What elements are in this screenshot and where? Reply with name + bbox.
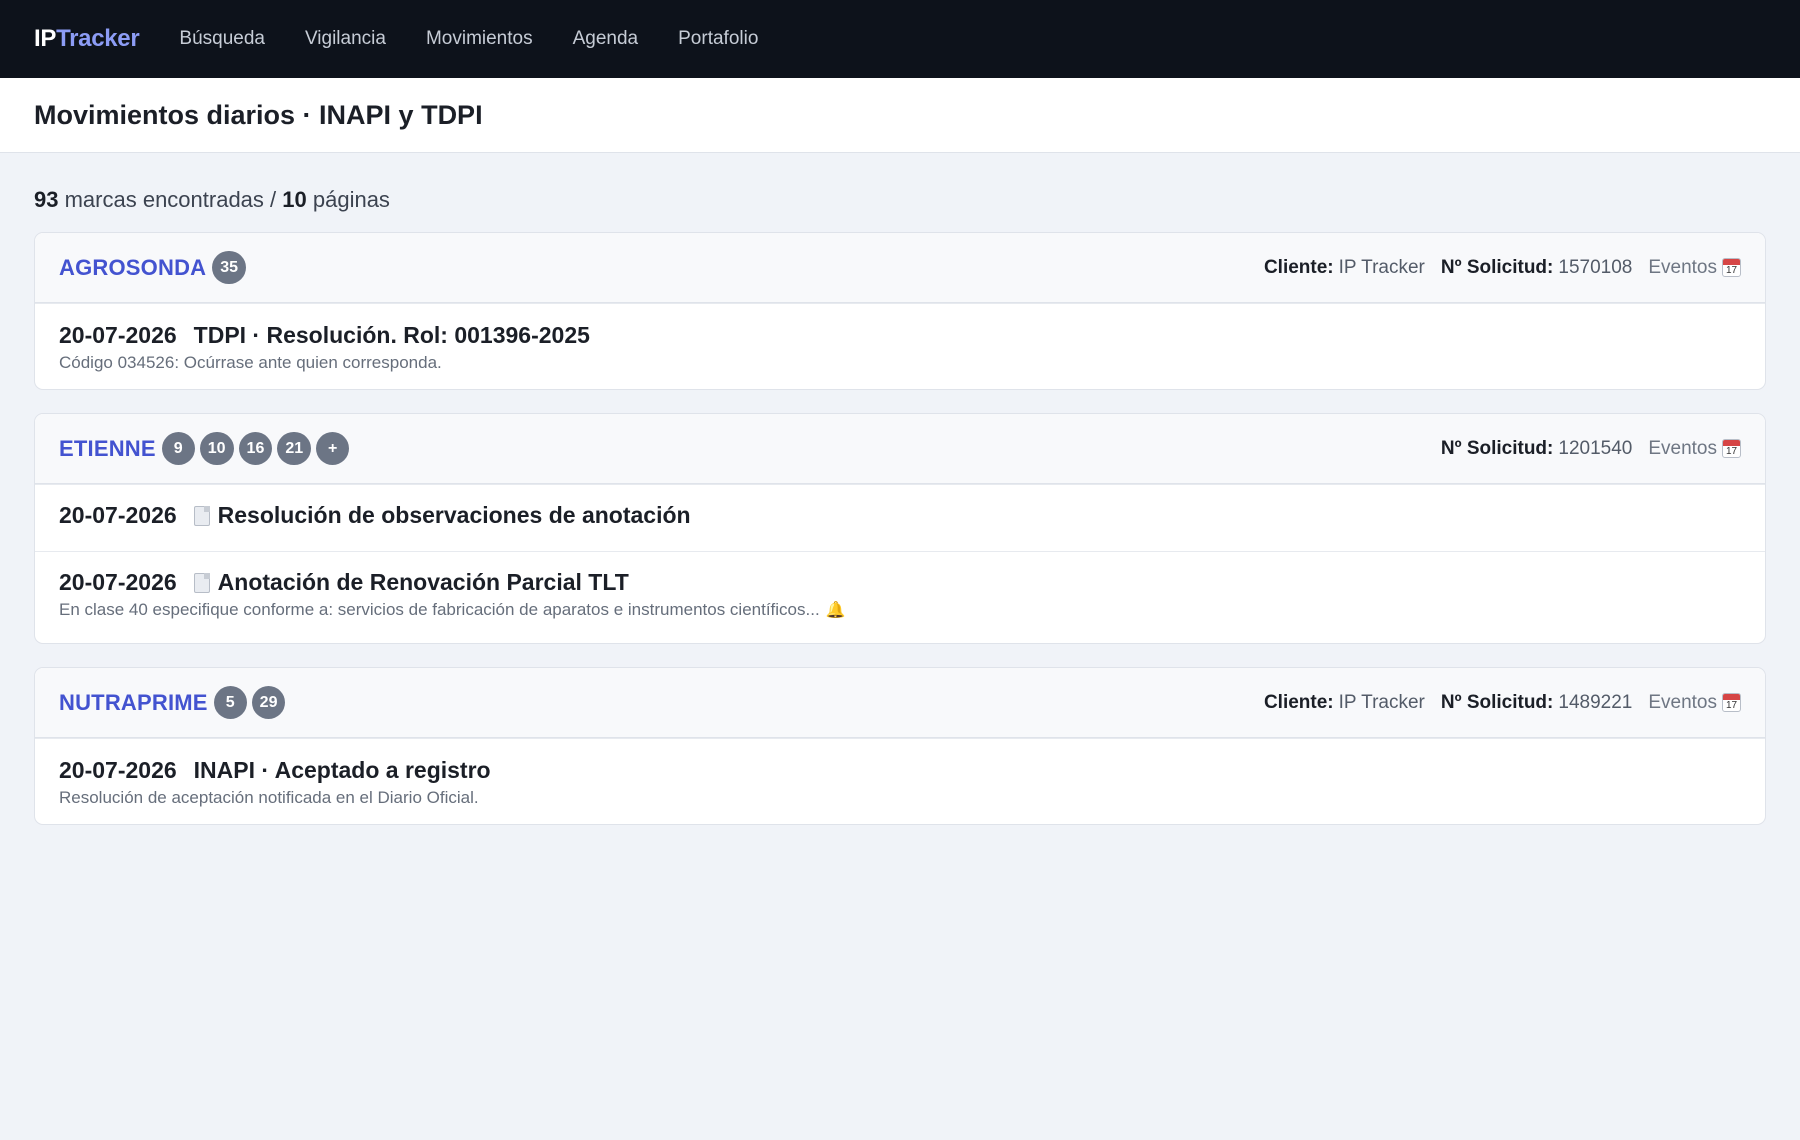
page-title: Movimientos diarios · INAPI y TDPI [34,99,483,130]
card-meta: Cliente: IP Tracker Nº Solicitud: 1570108 … [1248,257,1741,279]
movement-title: TDPI · Resolución. Rol: 001396-2025 [193,322,590,348]
card-header: NUTRAPRIME 5 29 Cliente: IP Tracker Nº So… [35,668,1765,738]
client-label: Cliente: [1263,691,1334,713]
mark-title-group: ETIENNE 9 10 16 21 + [59,432,354,465]
nav-link-busqueda[interactable]: Búsqueda [179,28,265,50]
card-header: ETIENNE 9 10 16 21 + Nº Solicitud: 120154… [35,414,1765,484]
events-link[interactable]: Eventos [1648,257,1741,279]
mark-name-link[interactable]: AGROSONDA [59,255,206,281]
movement-title: INAPI · Aceptado a registro [193,757,491,783]
class-badge: 35 [212,251,247,284]
mark-card-agrosonda: AGROSONDA 35 Cliente: IP Tracker Nº Solic… [34,232,1766,390]
client-field: Cliente: IP Tracker [1264,257,1425,279]
client-field: Cliente: IP Tracker [1264,692,1425,714]
more-classes-badge[interactable]: + [316,432,350,465]
mark-title-group: AGROSONDA 35 [59,251,251,284]
application-number-label: Nº Solicitud: [1440,691,1554,713]
events-label: Eventos [1648,437,1717,459]
class-badge: 10 [199,432,234,465]
calendar-icon [1722,258,1741,277]
page-header: Movimientos diarios · INAPI y TDPI [0,78,1800,153]
mark-card-etienne: ETIENNE 9 10 16 21 + Nº Solicitud: 120154… [34,413,1766,644]
application-number-value: 1489221 [1558,691,1633,713]
movement-description: Código 034526: Ocúrrase ante quien corre… [59,353,1741,373]
nav-link-portafolio[interactable]: Portafolio [678,28,758,50]
card-meta: Cliente: IP Tracker Nº Solicitud: 1489221 … [1248,692,1741,714]
movement-description-text: Resolución de aceptación notificada en e… [59,788,479,807]
movement-description: Resolución de aceptación notificada en e… [59,788,1741,808]
mark-name-link[interactable]: NUTRAPRIME [59,690,208,716]
events-link[interactable]: Eventos [1648,438,1741,460]
class-badge: 29 [251,686,286,719]
movement-description: En clase 40 especifique conforme a: serv… [59,600,1741,620]
card-header: AGROSONDA 35 Cliente: IP Tracker Nº Solic… [35,233,1765,303]
class-badge: 9 [161,432,195,465]
pages-count: 10 [282,187,307,212]
events-link[interactable]: Eventos [1648,692,1741,714]
movement-date: 20-07-2026 [59,569,177,595]
movement-description-text: En clase 40 especifique conforme a: serv… [59,600,820,619]
mark-card-nutraprime: NUTRAPRIME 5 29 Cliente: IP Tracker Nº So… [34,667,1766,825]
movement-entry: 20-07-2026 Anotación de Renovación Parcia… [35,551,1765,643]
class-badge: 5 [213,686,247,719]
results-summary: 93 marcas encontradas / 10 páginas [34,187,1766,213]
events-label: Eventos [1648,691,1717,713]
movement-title: Anotación de Renovación Parcial TLT [217,569,629,595]
document-icon [193,572,210,593]
client-label: Cliente: [1263,256,1334,278]
document-icon [193,505,210,526]
application-number-field: Nº Solicitud: 1489221 [1441,692,1632,714]
class-badge: 16 [238,432,273,465]
client-value: IP Tracker [1338,691,1425,713]
movement-date: 20-07-2026 [59,322,177,348]
brand-suffix: Tracker [56,25,140,52]
top-navbar: IPTracker Búsqueda Vigilancia Movimiento… [0,0,1800,78]
nav-link-vigilancia[interactable]: Vigilancia [305,28,386,50]
nav-link-movimientos[interactable]: Movimientos [426,28,533,50]
application-number-field: Nº Solicitud: 1201540 [1441,438,1632,460]
application-number-label: Nº Solicitud: [1440,437,1554,459]
pages-count-text: páginas [306,187,390,212]
mark-name-link[interactable]: ETIENNE [59,436,156,462]
class-badge: 21 [277,432,312,465]
movement-title-line: 20-07-2026 INAPI · Aceptado a registro [59,757,1741,784]
client-value: IP Tracker [1338,256,1425,278]
movement-entry: 20-07-2026 Resolución de observaciones de… [35,484,1765,551]
movement-date: 20-07-2026 [59,757,177,783]
calendar-icon [1722,439,1741,458]
brand-prefix: IP [34,25,57,52]
nav-link-agenda[interactable]: Agenda [573,28,639,50]
application-number-value: 1201540 [1558,437,1633,459]
results-count-text: marcas encontradas / [58,187,283,212]
main-content: 93 marcas encontradas / 10 páginas AGROS… [0,187,1800,825]
movement-description-text: Código 034526: Ocúrrase ante quien corre… [59,353,442,372]
mark-title-group: NUTRAPRIME 5 29 [59,686,290,719]
movement-title: Resolución de observaciones de anotación [217,502,691,528]
movement-title-line: 20-07-2026 Resolución de observaciones de… [59,502,1741,529]
bell-icon[interactable]: 🔔 [826,600,846,620]
movement-entry: 20-07-2026 TDPI · Resolución. Rol: 001396… [35,303,1765,389]
movement-title-line: 20-07-2026 TDPI · Resolución. Rol: 001396… [59,322,1741,349]
calendar-icon [1722,693,1741,712]
results-count: 93 [34,187,59,212]
application-number-label: Nº Solicitud: [1440,256,1554,278]
movement-date: 20-07-2026 [59,502,177,528]
events-label: Eventos [1648,256,1717,278]
application-number-value: 1570108 [1558,256,1633,278]
application-number-field: Nº Solicitud: 1570108 [1441,257,1632,279]
card-meta: Nº Solicitud: 1201540 Eventos [1425,438,1741,460]
brand-logo[interactable]: IPTracker [34,25,140,53]
movement-title-line: 20-07-2026 Anotación de Renovación Parcia… [59,569,1741,596]
movement-entry: 20-07-2026 INAPI · Aceptado a registro Re… [35,738,1765,824]
